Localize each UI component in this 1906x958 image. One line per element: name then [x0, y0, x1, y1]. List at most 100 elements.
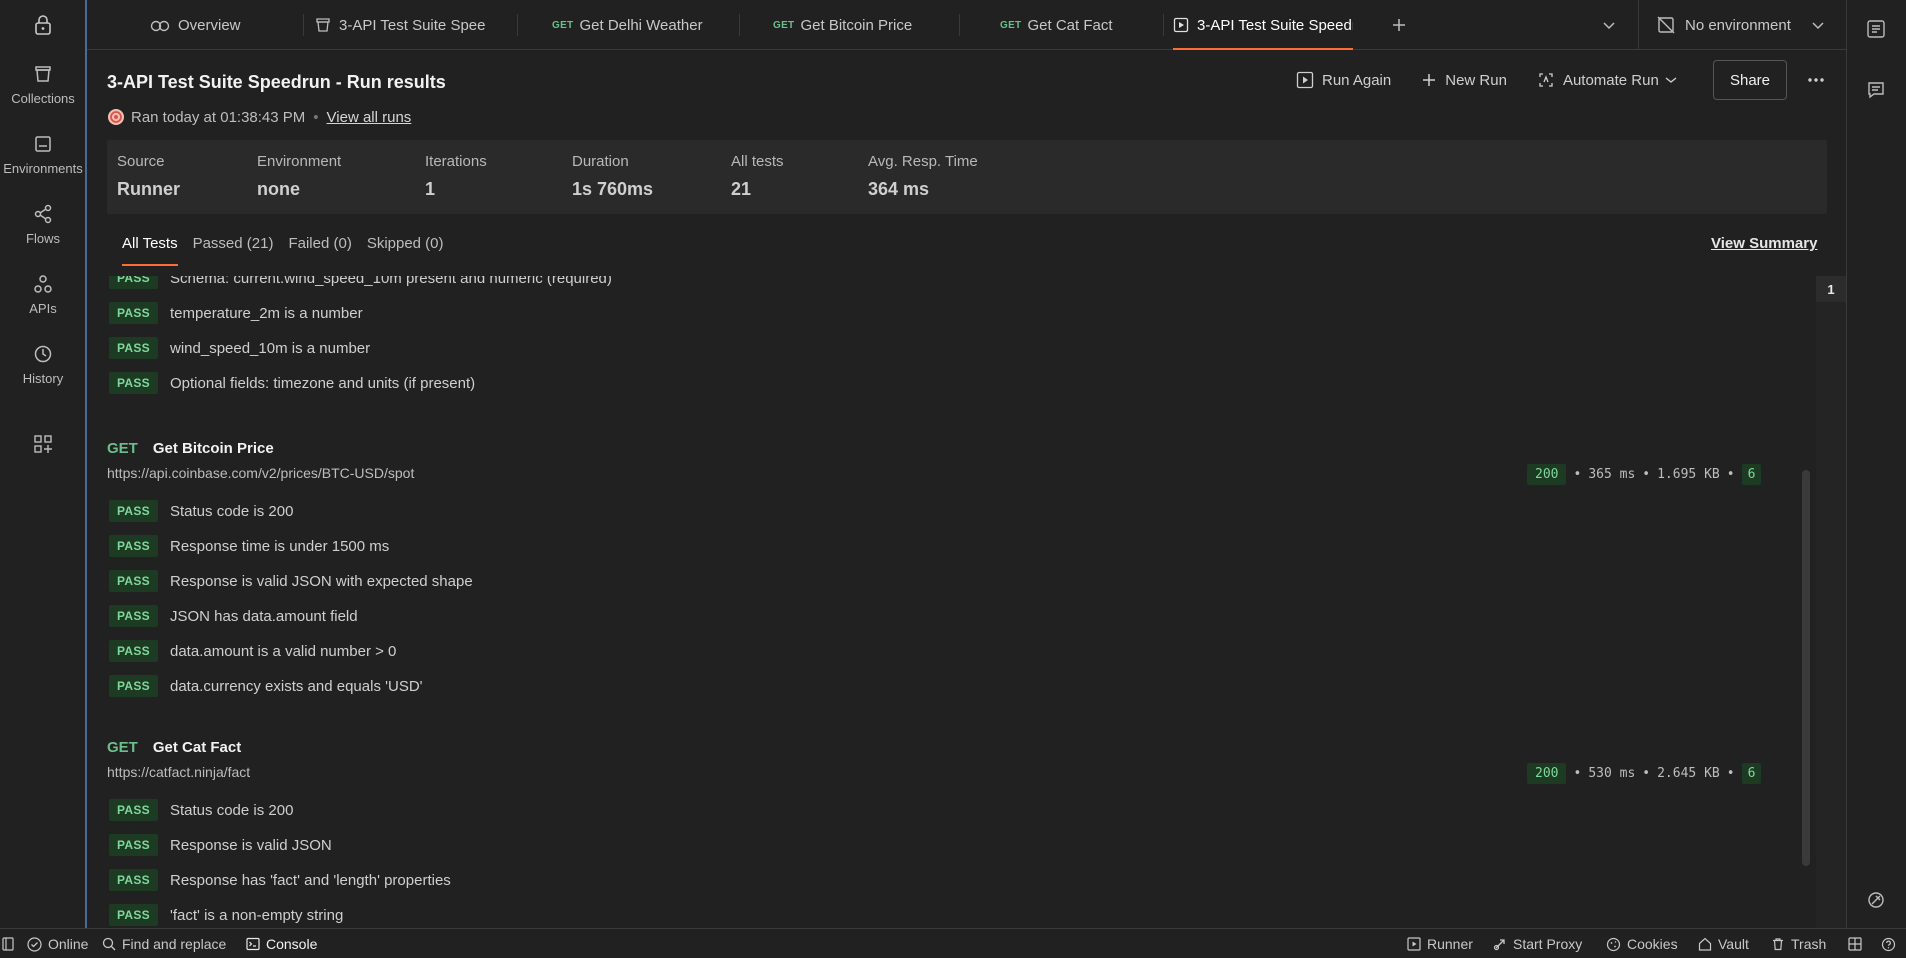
http-method-badge: GET	[773, 19, 795, 31]
test-result-row: PASS data.amount is a valid number > 0	[109, 638, 396, 664]
separator-dot: •	[1726, 766, 1735, 781]
sidebar-item-label: Environments	[3, 161, 83, 176]
test-result-row: PASS Schema: current.wind_speed_10m pres…	[109, 276, 612, 291]
find-replace-button[interactable]: Find and replace	[102, 929, 226, 958]
sidebar-toggle-icon	[2, 937, 14, 951]
test-result-row: PASS Response time is under 1500 ms	[109, 533, 389, 559]
start-proxy-button[interactable]: Start Proxy	[1493, 929, 1582, 958]
tab-list-dropdown[interactable]	[1602, 0, 1624, 50]
sidebar-item-label: Flows	[26, 231, 60, 246]
test-result-row: PASS data.currency exists and equals 'US…	[109, 673, 423, 699]
help-button[interactable]	[1881, 929, 1902, 958]
sidebar-divider	[85, 0, 87, 928]
overview-icon	[150, 20, 170, 32]
request-name: Get Cat Fact	[152, 739, 242, 756]
share-button[interactable]: Share	[1713, 60, 1787, 100]
console-button[interactable]: Console	[246, 929, 317, 958]
tab-get-delhi-weather[interactable]: GET Get Delhi Weather	[552, 0, 703, 50]
chevron-down-icon	[1812, 22, 1824, 30]
tab-separator	[739, 14, 740, 36]
test-filter-tabs: All Tests Passed (21) Failed (0) Skipped…	[107, 228, 474, 266]
online-status[interactable]: Online	[27, 929, 88, 958]
collections-icon	[35, 66, 51, 82]
documentation-button[interactable]	[1866, 19, 1886, 43]
tab-collection-run[interactable]: 3-API Test Suite Speedru	[315, 0, 485, 50]
toggle-sidebar-button[interactable]	[2, 929, 20, 958]
comments-button[interactable]	[1866, 80, 1886, 104]
sidebar-item-apis[interactable]: APIs	[0, 274, 86, 316]
status-label: Runner	[1427, 936, 1473, 952]
cookies-button[interactable]: Cookies	[1606, 929, 1678, 958]
stat-value: 21	[731, 179, 752, 199]
tab-separator	[959, 14, 960, 36]
tab-overview[interactable]: Overview	[150, 0, 241, 50]
run-stats: Source Runner Environment none Iteration…	[107, 140, 1827, 214]
add-workbench-button[interactable]	[0, 434, 86, 461]
iteration-navigator: 1	[1816, 276, 1846, 928]
help-icon	[1881, 937, 1896, 951]
stat-value: 1s 760ms	[572, 179, 654, 199]
settings-button[interactable]	[1866, 890, 1886, 914]
stat-label: All tests	[731, 153, 784, 170]
run-again-button[interactable]: Run Again	[1296, 71, 1391, 89]
tab-runner-results[interactable]: 3-API Test Suite Speedru	[1173, 0, 1353, 50]
tab-get-cat-fact[interactable]: GET Get Cat Fact	[1000, 0, 1113, 50]
left-sidebar: Collections Environments Flows APIs Hist…	[0, 0, 86, 928]
tab-all-tests[interactable]: All Tests	[107, 228, 193, 266]
new-tab-button[interactable]	[1391, 0, 1415, 50]
new-run-button[interactable]: New Run	[1421, 72, 1507, 89]
pass-badge: PASS	[109, 570, 158, 592]
request-header[interactable]: GET Get Cat Fact	[107, 739, 241, 756]
environment-selector[interactable]: No environment	[1638, 0, 1846, 50]
status-label: Find and replace	[122, 936, 227, 952]
test-results-list: PASS Schema: current.wind_speed_10m pres…	[107, 276, 1807, 928]
sidebar-item-environments[interactable]: Environments	[0, 134, 86, 176]
test-result-row: PASS Response is valid JSON	[109, 832, 332, 858]
response-size: 1.695 KB	[1657, 467, 1720, 482]
stat-label: Avg. Resp. Time	[868, 153, 978, 170]
tab-label: Get Bitcoin Price	[800, 16, 913, 34]
stat-label: Source	[117, 153, 165, 170]
separator-dot: •	[313, 108, 319, 126]
stat-all-tests: All tests 21	[731, 153, 784, 200]
test-result-row: PASS JSON has data.amount field	[109, 603, 358, 629]
pass-badge: PASS	[109, 640, 158, 662]
tab-label: Overview	[178, 16, 241, 34]
test-result-row: PASS temperature_2m is a number	[109, 300, 363, 326]
tab-passed[interactable]: Passed (21)	[193, 228, 289, 266]
iteration-number[interactable]: 1	[1816, 276, 1846, 302]
tab-bar: Overview 3-API Test Suite Speedru GET Ge…	[87, 0, 1846, 50]
automate-run-button[interactable]: Automate Run	[1537, 71, 1677, 89]
results-scrollbar[interactable]	[1802, 470, 1810, 866]
vault-button[interactable]: Vault	[1698, 929, 1749, 958]
trash-button[interactable]: Trash	[1771, 929, 1826, 958]
tab-get-bitcoin-price[interactable]: GET Get Bitcoin Price	[773, 0, 912, 50]
pass-badge: PASS	[109, 869, 158, 891]
status-label: Cookies	[1627, 936, 1678, 952]
request-header[interactable]: GET Get Bitcoin Price	[107, 440, 274, 457]
sidebar-item-history[interactable]: History	[0, 344, 86, 386]
status-label: Vault	[1718, 936, 1749, 952]
sidebar-item-label: APIs	[29, 301, 57, 316]
chevron-down-icon	[1603, 22, 1615, 30]
tab-failed[interactable]: Failed (0)	[288, 228, 366, 266]
layout-toggle-button[interactable]	[1848, 929, 1868, 958]
view-all-runs-link[interactable]: View all runs	[327, 109, 412, 126]
sidebar-item-collections[interactable]: Collections	[0, 64, 86, 106]
request-metrics: 200 • 530 ms • 2.645 KB • 6	[1527, 763, 1762, 784]
lock-icon[interactable]	[0, 12, 86, 38]
more-options-button[interactable]	[1804, 70, 1828, 90]
ellipsis-icon	[1808, 78, 1824, 82]
view-summary-link[interactable]: View Summary	[1711, 235, 1817, 252]
comment-icon	[1868, 82, 1884, 99]
right-rail	[1846, 0, 1906, 928]
run-info: Ran today at 01:38:43 PM • View all runs	[107, 108, 411, 126]
runner-button[interactable]: Runner	[1407, 929, 1473, 958]
stat-value: Runner	[117, 179, 180, 199]
flows-icon	[34, 204, 52, 224]
sidebar-item-flows[interactable]: Flows	[0, 204, 86, 246]
tab-skipped[interactable]: Skipped (0)	[367, 228, 459, 266]
request-url: https://catfact.ninja/fact	[107, 764, 251, 780]
stat-environment: Environment none	[257, 153, 341, 200]
status-label: Trash	[1791, 936, 1827, 952]
